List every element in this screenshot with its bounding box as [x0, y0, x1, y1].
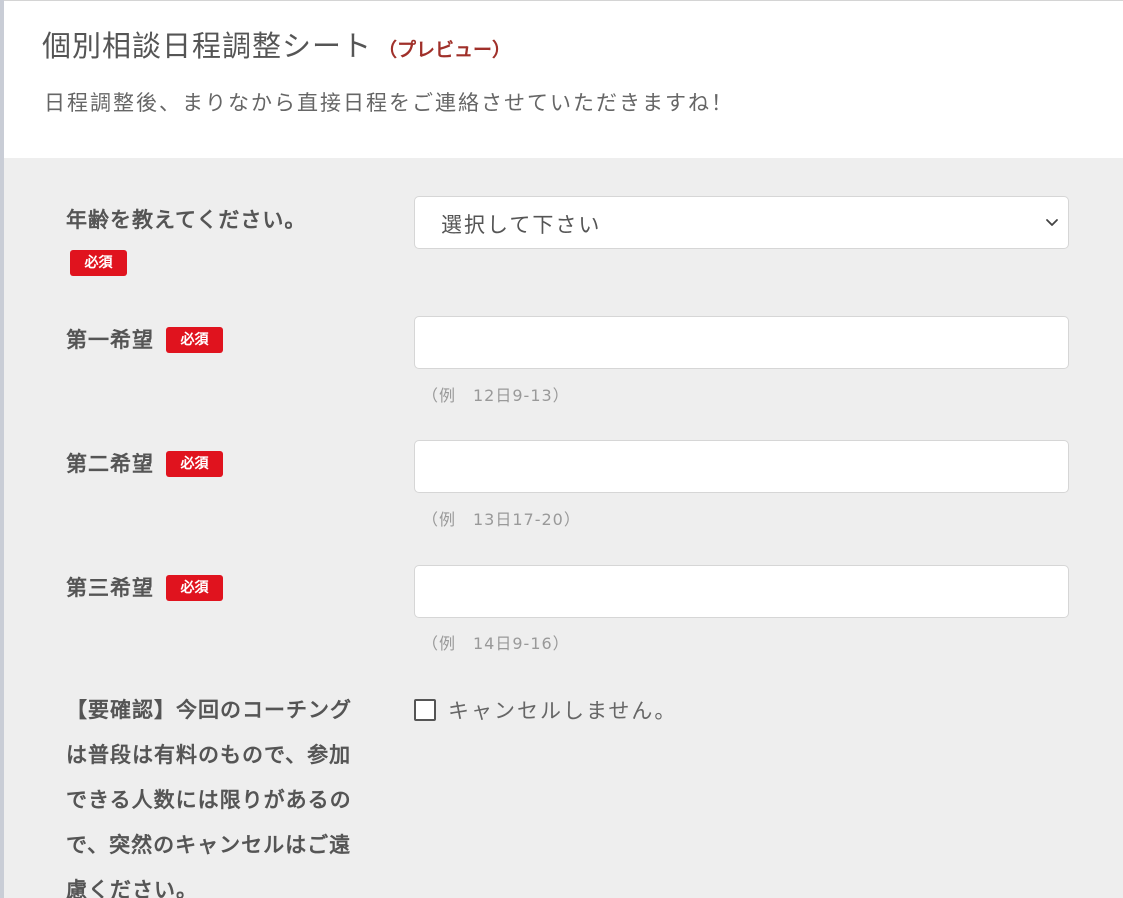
title-row: 個別相談日程調整シート （プレビュー）	[42, 23, 511, 65]
first-choice-input[interactable]	[414, 316, 1069, 369]
second-choice-hint: （例 13日17-20）	[422, 510, 581, 529]
no-cancel-checkbox[interactable]	[414, 699, 436, 721]
third-choice-label-row: 第三希望 必須	[66, 572, 223, 602]
age-label: 年齢を教えてください。	[66, 208, 307, 232]
age-select[interactable]: 選択して下さい	[414, 196, 1069, 249]
second-choice-input[interactable]	[414, 440, 1069, 493]
third-choice-required-badge: 必須	[166, 575, 223, 601]
third-choice-label: 第三希望	[66, 576, 154, 600]
third-choice-input[interactable]	[414, 565, 1069, 618]
first-choice-label: 第一希望	[66, 328, 154, 352]
page-title: 個別相談日程調整シート	[42, 29, 373, 63]
page-subtitle: 日程調整後、まりなから直接日程をご連絡させていただきますね！	[44, 91, 734, 115]
no-cancel-checkbox-row[interactable]: キャンセルしません。	[414, 695, 677, 725]
second-choice-required-badge: 必須	[166, 451, 223, 477]
age-select-value: 選択して下さい	[441, 213, 602, 237]
form-body: 年齢を教えてください。 必須 選択して下さい 第一希望 必須 （例 12日9-13…	[4, 158, 1123, 898]
preview-tag: （プレビュー）	[378, 39, 512, 61]
second-choice-label: 第二希望	[66, 452, 154, 476]
first-choice-hint: （例 12日9-13）	[422, 386, 570, 405]
form-header: 個別相談日程調整シート （プレビュー） 日程調整後、まりなから直接日程をご連絡させ…	[4, 1, 1123, 158]
first-choice-label-row: 第一希望 必須	[66, 324, 223, 354]
third-choice-hint: （例 14日9-16）	[422, 634, 570, 653]
second-choice-label-row: 第二希望 必須	[66, 448, 223, 478]
no-cancel-checkbox-label[interactable]: キャンセルしません。	[448, 699, 677, 723]
chevron-down-icon	[1046, 219, 1058, 226]
age-required-badge: 必須	[70, 250, 127, 276]
cancellation-notice-label: 【要確認】今回のコーチングは普段は有料のもので、参加できる人数には限りがあるので…	[66, 698, 352, 898]
first-choice-required-badge: 必須	[166, 327, 223, 353]
page: 個別相談日程調整シート （プレビュー） 日程調整後、まりなから直接日程をご連絡させ…	[0, 0, 1123, 898]
